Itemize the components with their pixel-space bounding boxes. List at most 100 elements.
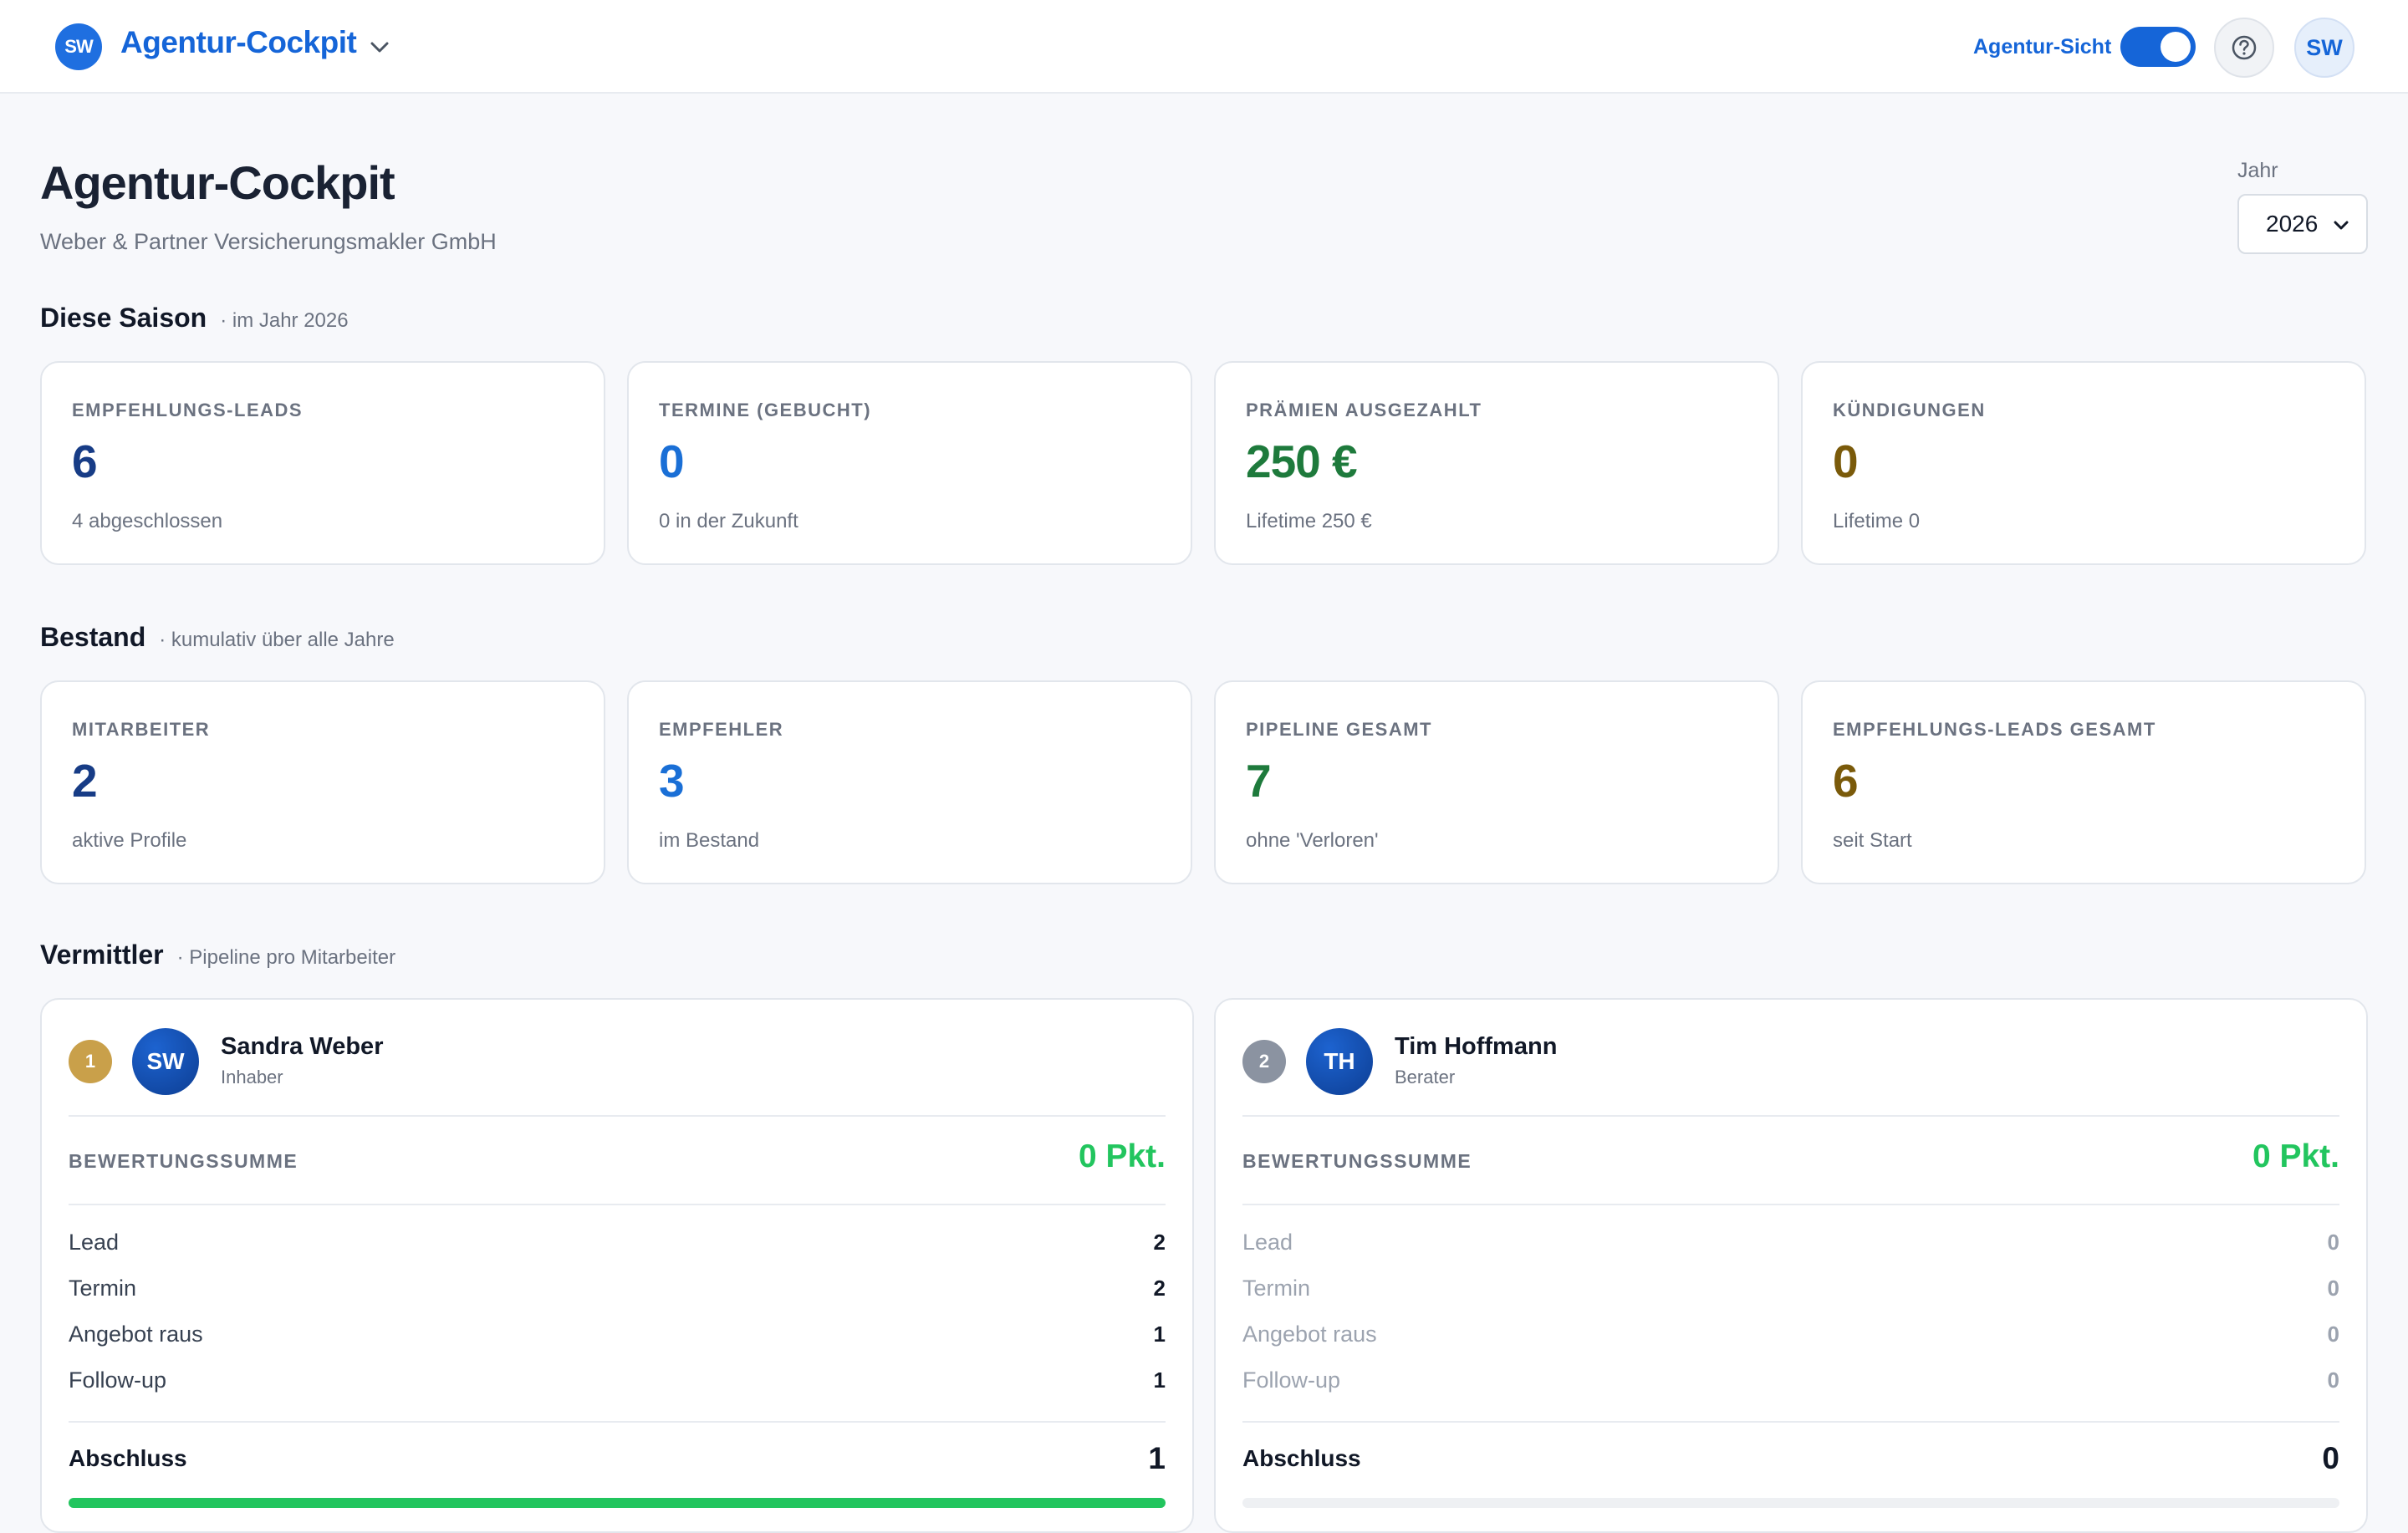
kpi-card-appointments: TERMINE (GEBUCHT) 0 0 in der Zukunft bbox=[627, 361, 1192, 565]
closing-progress-bar bbox=[1242, 1498, 2339, 1508]
agent-name: Tim Hoffmann bbox=[1395, 1033, 1558, 1060]
pipeline-row: Follow-up 1 bbox=[69, 1363, 1166, 1397]
closing-count: 1 bbox=[1148, 1441, 1166, 1475]
kpi-value: 6 bbox=[1833, 755, 1859, 807]
kpi-value: 250 € bbox=[1246, 435, 1358, 487]
stage-label: Lead bbox=[1242, 1229, 1293, 1255]
kpi-label: KÜNDIGUNGEN bbox=[1833, 400, 1986, 420]
kpi-card-cancellations: KÜNDIGUNGEN 0 Lifetime 0 bbox=[1801, 361, 2366, 565]
pipeline-row: Follow-up 0 bbox=[1242, 1363, 2339, 1397]
agent-role: Inhaber bbox=[221, 1067, 283, 1087]
kpi-card-referrers: EMPFEHLER 3 im Bestand bbox=[627, 680, 1192, 884]
kpi-card-referral-leads: EMPFEHLUNGS-LEADS 6 4 abgeschlossen bbox=[40, 361, 605, 565]
agent-card-tim-hoffmann[interactable]: 2 TH Tim Hoffmann Berater BEWERTUNGSSUMM… bbox=[1214, 998, 2368, 1533]
stage-count: 0 bbox=[2327, 1321, 2339, 1347]
kpi-value: 0 bbox=[1833, 435, 1859, 487]
stage-count: 1 bbox=[1153, 1367, 1166, 1393]
divider bbox=[69, 1204, 1166, 1205]
chevron-down-icon bbox=[2334, 221, 2349, 230]
avatar: TH bbox=[1306, 1028, 1373, 1095]
divider bbox=[69, 1115, 1166, 1117]
kpi-sub: Lifetime 250 € bbox=[1246, 510, 1372, 532]
stage-count: 0 bbox=[2327, 1367, 2339, 1393]
kpi-card-employees: MITARBEITER 2 aktive Profile bbox=[40, 680, 605, 884]
rank-badge: 2 bbox=[1242, 1040, 1286, 1083]
avatar: SW bbox=[132, 1028, 199, 1095]
brand-badge[interactable]: SW bbox=[55, 23, 102, 70]
kpi-value: 7 bbox=[1246, 755, 1272, 807]
score-label: BEWERTUNGSSUMME bbox=[69, 1150, 298, 1172]
kpi-value: 0 bbox=[659, 435, 685, 487]
stage-label: Follow-up bbox=[69, 1367, 167, 1393]
stage-label: Termin bbox=[1242, 1275, 1311, 1301]
stage-label: Angebot raus bbox=[1242, 1321, 1377, 1347]
stage-count: 0 bbox=[2327, 1275, 2339, 1301]
chevron-down-icon[interactable] bbox=[368, 37, 391, 57]
stage-count: 2 bbox=[1153, 1229, 1166, 1255]
kpi-label: TERMINE (GEBUCHT) bbox=[659, 400, 872, 420]
kpi-sub: 0 in der Zukunft bbox=[659, 510, 798, 532]
stage-count: 0 bbox=[2327, 1229, 2339, 1255]
closing-progress-bar bbox=[69, 1498, 1166, 1508]
section-subtitle: · kumulativ über alle Jahre bbox=[159, 629, 395, 651]
kpi-sub: Lifetime 0 bbox=[1833, 510, 1921, 532]
stage-count: 2 bbox=[1153, 1275, 1166, 1301]
kpi-value: 2 bbox=[72, 755, 98, 807]
help-button[interactable] bbox=[2214, 18, 2274, 78]
kpi-sub: aktive Profile bbox=[72, 829, 187, 852]
kpi-card-premiums-paid: PRÄMIEN AUSGEZAHLT 250 € Lifetime 250 € bbox=[1214, 361, 1779, 565]
toggle-knob bbox=[2161, 32, 2191, 62]
score-value: 0 Pkt. bbox=[1078, 1138, 1166, 1174]
kpi-label: EMPFEHLER bbox=[659, 719, 784, 740]
pipeline-row: Angebot raus 1 bbox=[69, 1317, 1166, 1351]
section-subtitle: · im Jahr 2026 bbox=[220, 309, 349, 332]
score-value: 0 Pkt. bbox=[2252, 1138, 2339, 1174]
closing-label: Abschluss bbox=[1242, 1445, 1361, 1471]
top-bar: SW Agentur-Cockpit Agentur-Sicht SW bbox=[0, 0, 2408, 94]
pipeline-row: Lead 2 bbox=[69, 1225, 1166, 1259]
closing-count: 0 bbox=[2322, 1441, 2339, 1475]
agent-card-sandra-weber[interactable]: 1 SW Sandra Weber Inhaber BEWERTUNGSSUMM… bbox=[40, 998, 1194, 1533]
score-label: BEWERTUNGSSUMME bbox=[1242, 1150, 1472, 1172]
inventory-section-heading: Bestand · kumulativ über alle Jahre bbox=[40, 622, 395, 653]
agency-switcher-title[interactable]: Agentur-Cockpit bbox=[120, 25, 357, 60]
page-subtitle: Weber & Partner Versicherungsmakler GmbH bbox=[40, 229, 497, 254]
kpi-sub: seit Start bbox=[1833, 829, 1912, 852]
closing-row: Abschluss 0 bbox=[1242, 1441, 2339, 1476]
kpi-sub: im Bestand bbox=[659, 829, 760, 852]
agent-name: Sandra Weber bbox=[221, 1033, 384, 1060]
question-circle-icon bbox=[2232, 35, 2257, 60]
season-section-heading: Diese Saison · im Jahr 2026 bbox=[40, 303, 349, 334]
kpi-value: 3 bbox=[659, 755, 685, 807]
stage-label: Angebot raus bbox=[69, 1321, 203, 1347]
view-toggle-label: Agentur-Sicht bbox=[1973, 35, 2112, 59]
kpi-card-referral-leads-total: EMPFEHLUNGS-LEADS GESAMT 6 seit Start bbox=[1801, 680, 2366, 884]
agents-section-heading: Vermittler · Pipeline pro Mitarbeiter bbox=[40, 940, 395, 970]
stage-count: 1 bbox=[1153, 1321, 1166, 1347]
kpi-value: 6 bbox=[72, 435, 98, 487]
pipeline-row: Lead 0 bbox=[1242, 1225, 2339, 1259]
pipeline-row: Angebot raus 0 bbox=[1242, 1317, 2339, 1351]
kpi-sub: 4 abgeschlossen bbox=[72, 510, 223, 532]
kpi-label: PRÄMIEN AUSGEZAHLT bbox=[1246, 400, 1482, 420]
pipeline-row: Termin 2 bbox=[69, 1271, 1166, 1305]
rank-badge: 1 bbox=[69, 1040, 112, 1083]
section-subtitle: · Pipeline pro Mitarbeiter bbox=[176, 946, 396, 969]
section-title: Bestand bbox=[40, 622, 146, 652]
user-avatar[interactable]: SW bbox=[2294, 18, 2354, 78]
closing-row: Abschluss 1 bbox=[69, 1441, 1166, 1476]
closing-label: Abschluss bbox=[69, 1445, 187, 1471]
agent-role: Berater bbox=[1395, 1067, 1456, 1087]
year-select[interactable]: 2026 bbox=[2237, 194, 2368, 254]
kpi-card-pipeline-total: PIPELINE GESAMT 7 ohne 'Verloren' bbox=[1214, 680, 1779, 884]
page-title: Agentur-Cockpit bbox=[40, 156, 395, 209]
stage-label: Lead bbox=[69, 1229, 120, 1255]
section-title: Vermittler bbox=[40, 940, 164, 970]
year-label: Jahr bbox=[2237, 159, 2278, 182]
view-toggle[interactable] bbox=[2120, 27, 2196, 67]
divider bbox=[1242, 1115, 2339, 1117]
kpi-label: PIPELINE GESAMT bbox=[1246, 719, 1432, 740]
divider bbox=[1242, 1204, 2339, 1205]
pipeline-row: Termin 0 bbox=[1242, 1271, 2339, 1305]
progress-fill bbox=[69, 1498, 1166, 1508]
